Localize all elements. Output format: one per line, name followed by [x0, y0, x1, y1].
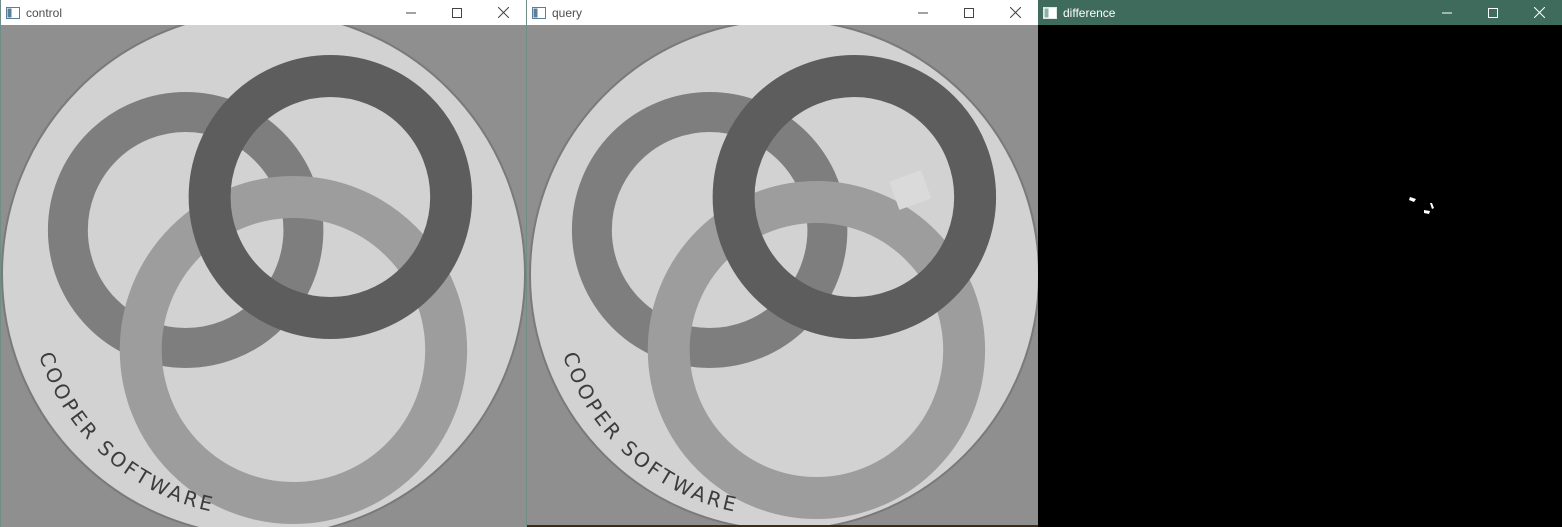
difference-image: [1038, 25, 1562, 527]
query-window: query COOPER SOFTWARE: [526, 0, 1038, 527]
window-app-icon: [1043, 6, 1057, 19]
maximize-button[interactable]: [434, 0, 480, 25]
maximize-icon: [452, 7, 462, 18]
minimize-button[interactable]: [900, 0, 946, 25]
close-button[interactable]: [992, 0, 1038, 25]
maximize-icon: [1488, 7, 1498, 18]
difference-window: difference: [1038, 0, 1562, 527]
close-icon: [1009, 7, 1021, 18]
close-button[interactable]: [480, 0, 526, 25]
maximize-button[interactable]: [1470, 0, 1516, 25]
window-title: query: [552, 5, 583, 20]
query-image: COOPER SOFTWARE: [527, 25, 1038, 527]
close-icon: [497, 7, 509, 18]
window-app-icon: [532, 6, 546, 19]
control-titlebar[interactable]: control: [1, 0, 526, 25]
control-image: COOPER SOFTWARE: [1, 25, 526, 527]
close-button[interactable]: [1516, 0, 1562, 25]
window-title: difference: [1063, 5, 1116, 20]
minimize-icon: [918, 12, 928, 13]
control-window: control COOPER SOFTWARE: [0, 0, 526, 527]
query-titlebar[interactable]: query: [527, 0, 1038, 25]
maximize-button[interactable]: [946, 0, 992, 25]
minimize-icon: [1442, 12, 1452, 13]
difference-titlebar[interactable]: difference: [1038, 0, 1562, 25]
maximize-icon: [964, 7, 974, 18]
window-title: control: [26, 5, 63, 20]
minimize-button[interactable]: [1424, 0, 1470, 25]
close-icon: [1533, 7, 1545, 18]
minimize-button[interactable]: [388, 0, 434, 25]
window-app-icon: [6, 6, 20, 19]
minimize-icon: [406, 12, 416, 13]
